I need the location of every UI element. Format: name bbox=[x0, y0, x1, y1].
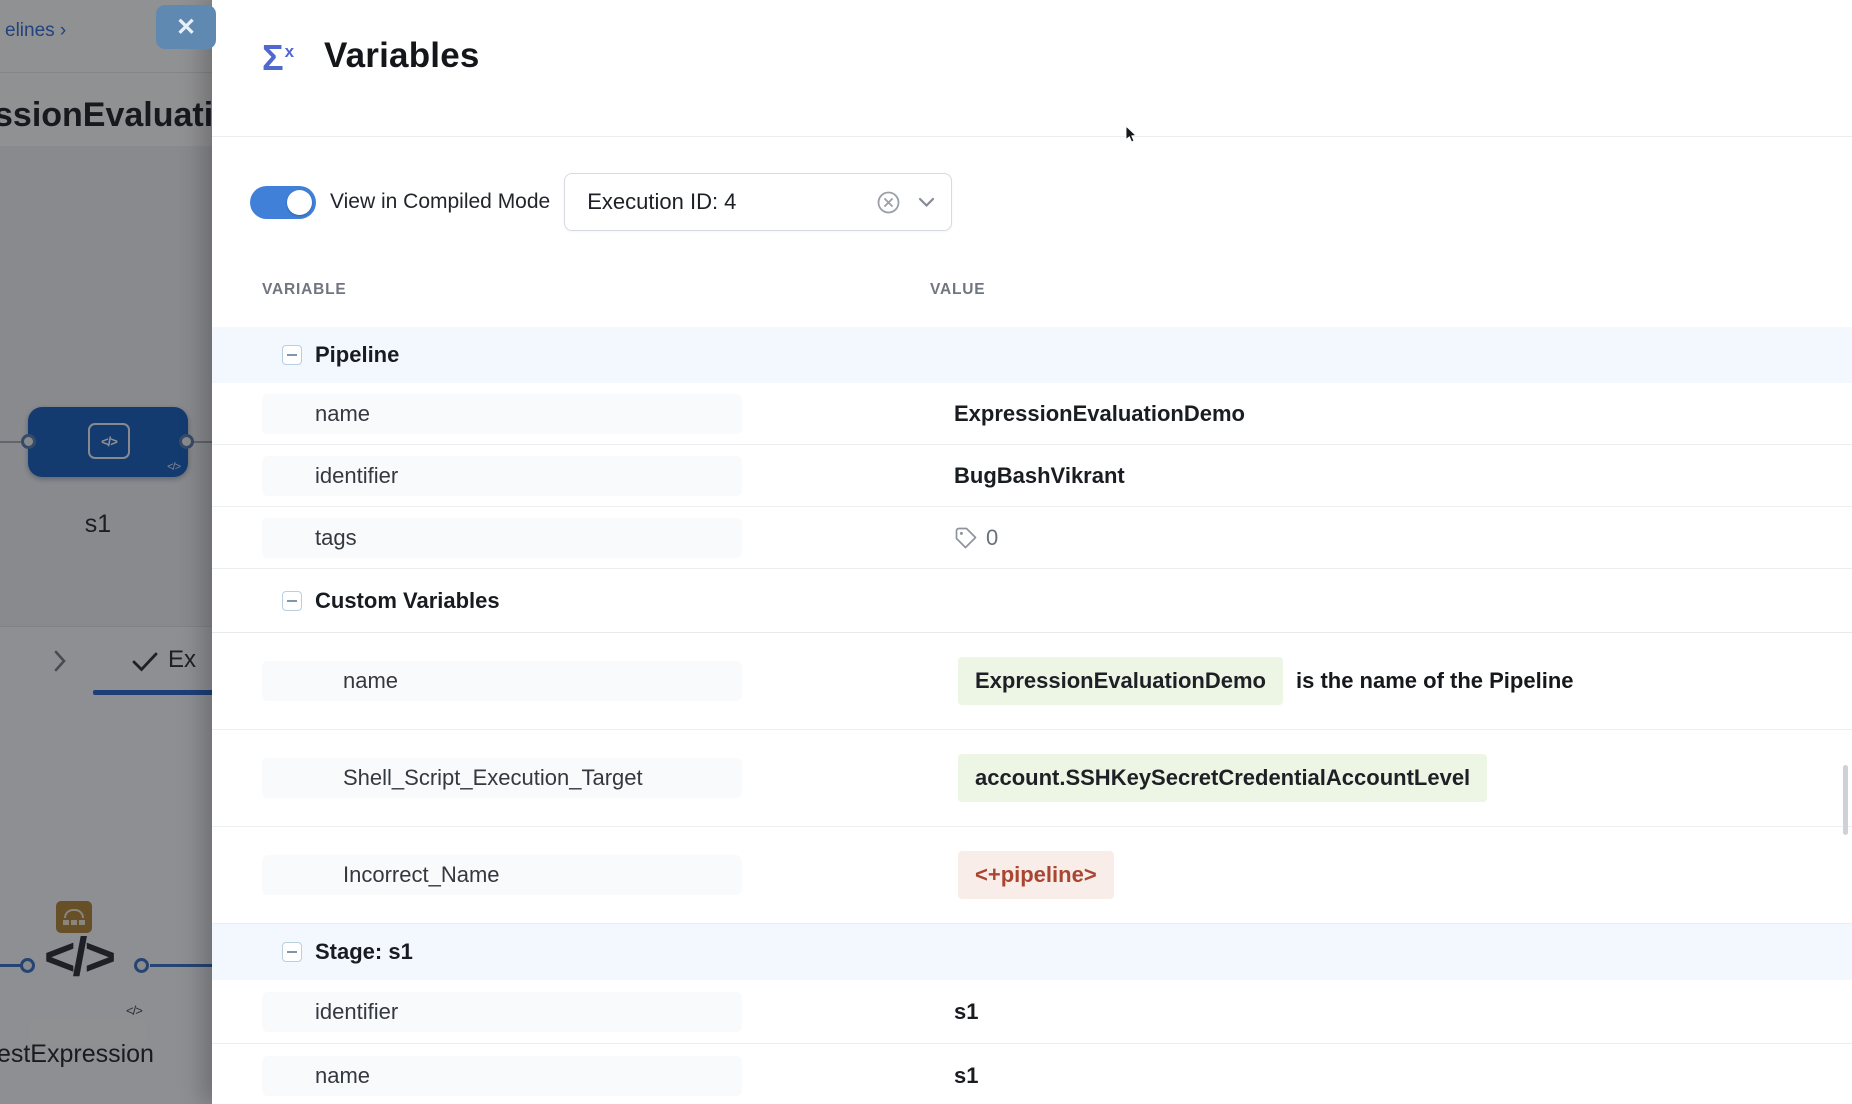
page-title: Variables bbox=[324, 36, 480, 76]
variable-name: identifier bbox=[262, 456, 742, 496]
section-header-stage-s1[interactable]: Stage: s1 bbox=[212, 924, 1852, 980]
variable-value: s1 bbox=[930, 999, 1852, 1025]
table-row: Incorrect_Name <+pipeline> bbox=[212, 827, 1852, 924]
table-row: name ExpressionEvaluationDemo bbox=[212, 383, 1852, 445]
scrollbar-thumb[interactable] bbox=[1843, 765, 1848, 835]
variables-table: VARIABLE VALUE Pipeline name ExpressionE… bbox=[212, 281, 1852, 1104]
compiled-mode-label: View in Compiled Mode bbox=[330, 190, 550, 214]
variable-value: ExpressionEvaluationDemo bbox=[930, 401, 1852, 427]
variable-name: tags bbox=[262, 518, 742, 558]
table-row: name ExpressionEvaluationDemo is the nam… bbox=[212, 633, 1852, 730]
variable-name: Shell_Script_Execution_Target bbox=[262, 758, 742, 798]
table-row: identifier BugBashVikrant bbox=[212, 445, 1852, 507]
collapse-minus-icon[interactable] bbox=[282, 345, 302, 365]
section-header-pipeline[interactable]: Pipeline bbox=[212, 327, 1852, 383]
variables-drawer: Σ x Variables View in Compiled Mode Exec… bbox=[212, 0, 1852, 1104]
variable-name: name bbox=[262, 661, 742, 701]
resolved-value-chip: account.SSHKeySecretCredentialAccountLev… bbox=[958, 754, 1487, 802]
chevron-down-icon[interactable] bbox=[918, 197, 935, 208]
drawer-header: Σ x Variables bbox=[212, 0, 1852, 137]
variable-value: BugBashVikrant bbox=[930, 463, 1852, 489]
table-row: tags 0 bbox=[212, 507, 1852, 569]
variables-sigma-icon: Σ x bbox=[262, 40, 294, 76]
variable-name: name bbox=[262, 394, 742, 434]
execution-id-value: Execution ID: 4 bbox=[587, 189, 875, 215]
close-button[interactable]: ✕ bbox=[156, 5, 216, 49]
table-row: name s1 bbox=[212, 1044, 1852, 1104]
table-row: Shell_Script_Execution_Target account.SS… bbox=[212, 730, 1852, 827]
variable-value: s1 bbox=[930, 1063, 1852, 1089]
mouse-cursor bbox=[1125, 126, 1140, 150]
tags-count: 0 bbox=[986, 525, 998, 551]
section-header-custom-variables[interactable]: Custom Variables bbox=[212, 569, 1852, 633]
variable-name: identifier bbox=[262, 992, 742, 1032]
table-row: identifier s1 bbox=[212, 980, 1852, 1044]
column-header-variable: VARIABLE bbox=[262, 281, 930, 299]
column-header-value: VALUE bbox=[930, 281, 1852, 299]
collapse-minus-icon[interactable] bbox=[282, 942, 302, 962]
table-header-row: VARIABLE VALUE bbox=[212, 281, 1852, 327]
controls-row: View in Compiled Mode Execution ID: 4 bbox=[250, 173, 1852, 231]
tag-icon bbox=[954, 526, 978, 550]
variable-name: name bbox=[262, 1056, 742, 1096]
resolved-value-chip: ExpressionEvaluationDemo bbox=[958, 657, 1283, 705]
clear-selection-icon[interactable] bbox=[875, 189, 902, 216]
variable-name: Incorrect_Name bbox=[262, 855, 742, 895]
background-pipeline-studio: elines › ssionEvaluati </> </> s1 Ex </>… bbox=[0, 0, 214, 1104]
collapse-minus-icon[interactable] bbox=[282, 591, 302, 611]
unresolved-value-chip: <+pipeline> bbox=[958, 851, 1114, 899]
close-icon: ✕ bbox=[176, 13, 196, 42]
modal-dim-overlay bbox=[0, 0, 214, 1104]
value-suffix-text: is the name of the Pipeline bbox=[1296, 668, 1574, 694]
compiled-mode-toggle[interactable] bbox=[250, 186, 316, 219]
execution-id-dropdown[interactable]: Execution ID: 4 bbox=[564, 173, 952, 231]
toggle-knob bbox=[287, 190, 312, 215]
